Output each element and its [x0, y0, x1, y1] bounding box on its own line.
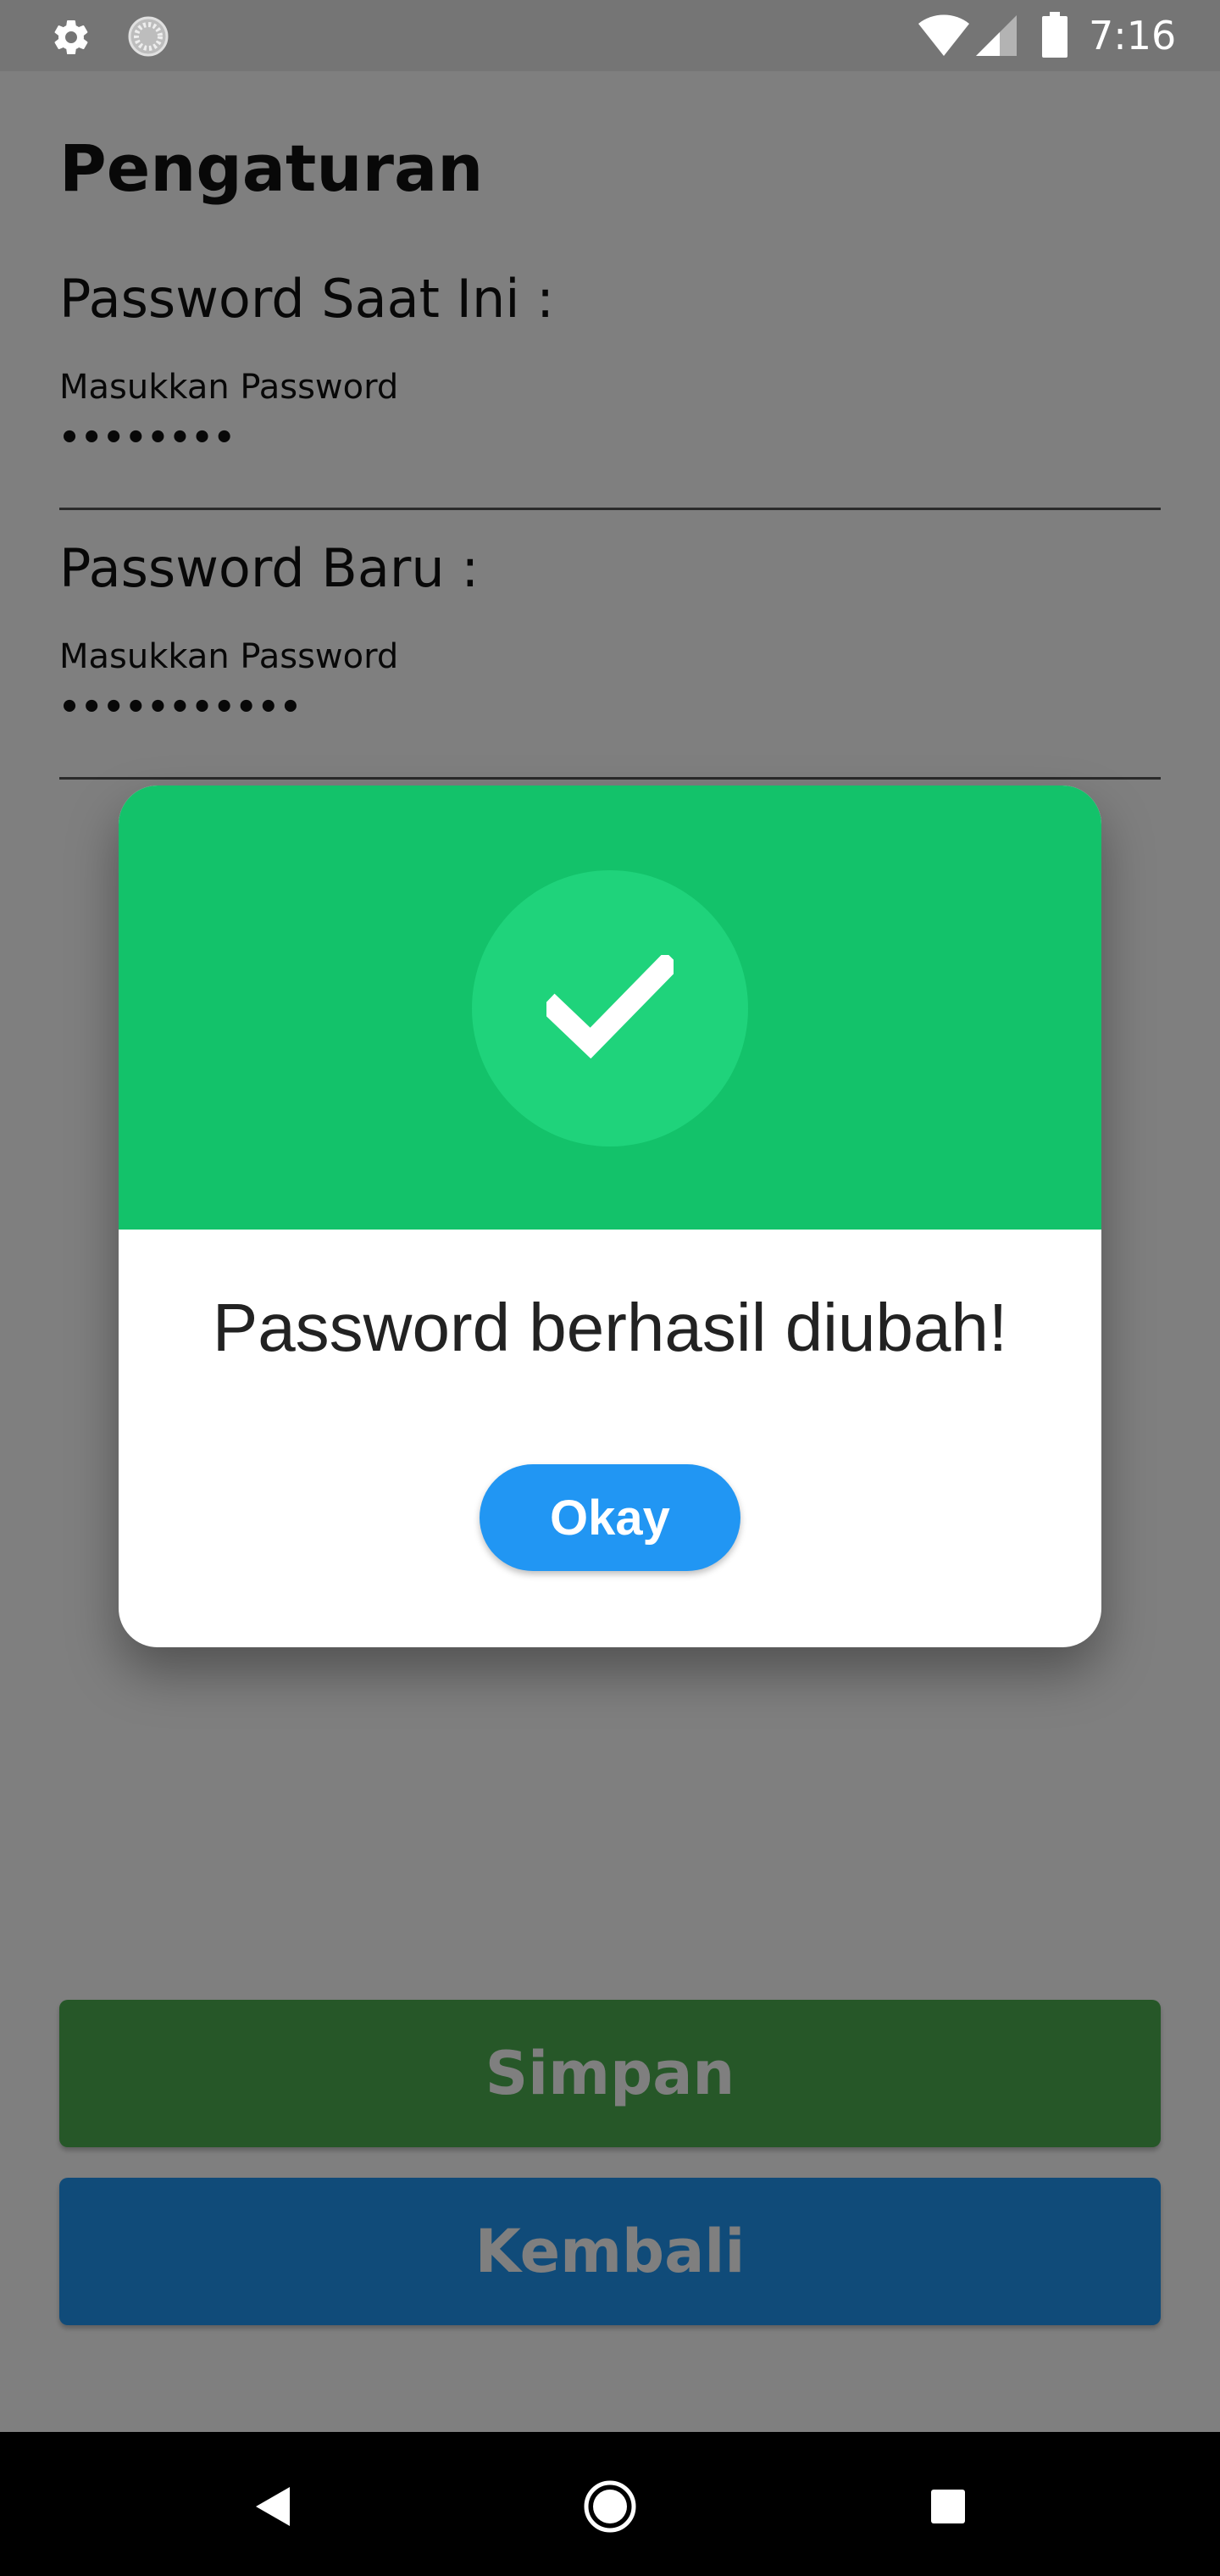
dialog-message: Password berhasil diubah!: [212, 1290, 1008, 1365]
signal-icon: [976, 15, 1017, 56]
okay-button[interactable]: Okay: [480, 1464, 740, 1571]
navigation-bar: [0, 2432, 1220, 2576]
success-badge: [472, 870, 748, 1146]
status-time: 7:16: [1089, 13, 1177, 58]
home-icon[interactable]: [583, 2479, 637, 2534]
back-icon[interactable]: [252, 2485, 291, 2528]
recents-icon[interactable]: [929, 2488, 967, 2525]
dialog-header: [119, 786, 1101, 1230]
gear-icon: [54, 20, 88, 55]
battery-icon: [1042, 12, 1068, 58]
success-dialog: Password berhasil diubah! Okay: [119, 786, 1101, 1647]
status-bar: 7:16: [0, 0, 1220, 71]
loading-icon: [128, 16, 169, 57]
wifi-icon: [918, 14, 969, 56]
checkmark-icon: [546, 955, 674, 1059]
